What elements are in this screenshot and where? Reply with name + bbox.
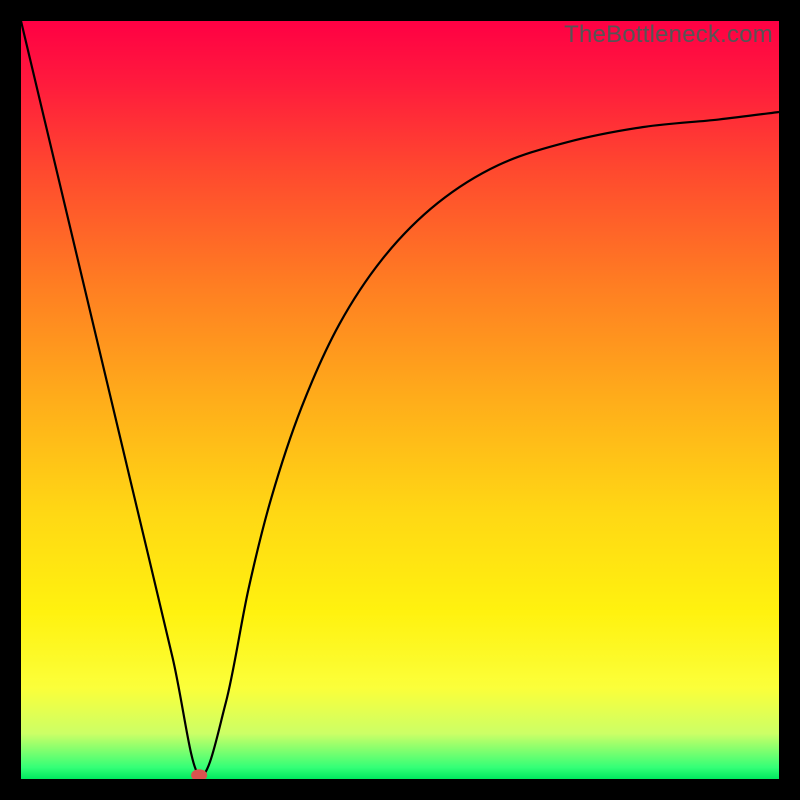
watermark-text: TheBottleneck.com xyxy=(564,21,773,49)
chart-frame: TheBottleneck.com xyxy=(21,21,779,779)
gradient-background xyxy=(21,21,779,779)
bottleneck-chart xyxy=(21,21,779,779)
